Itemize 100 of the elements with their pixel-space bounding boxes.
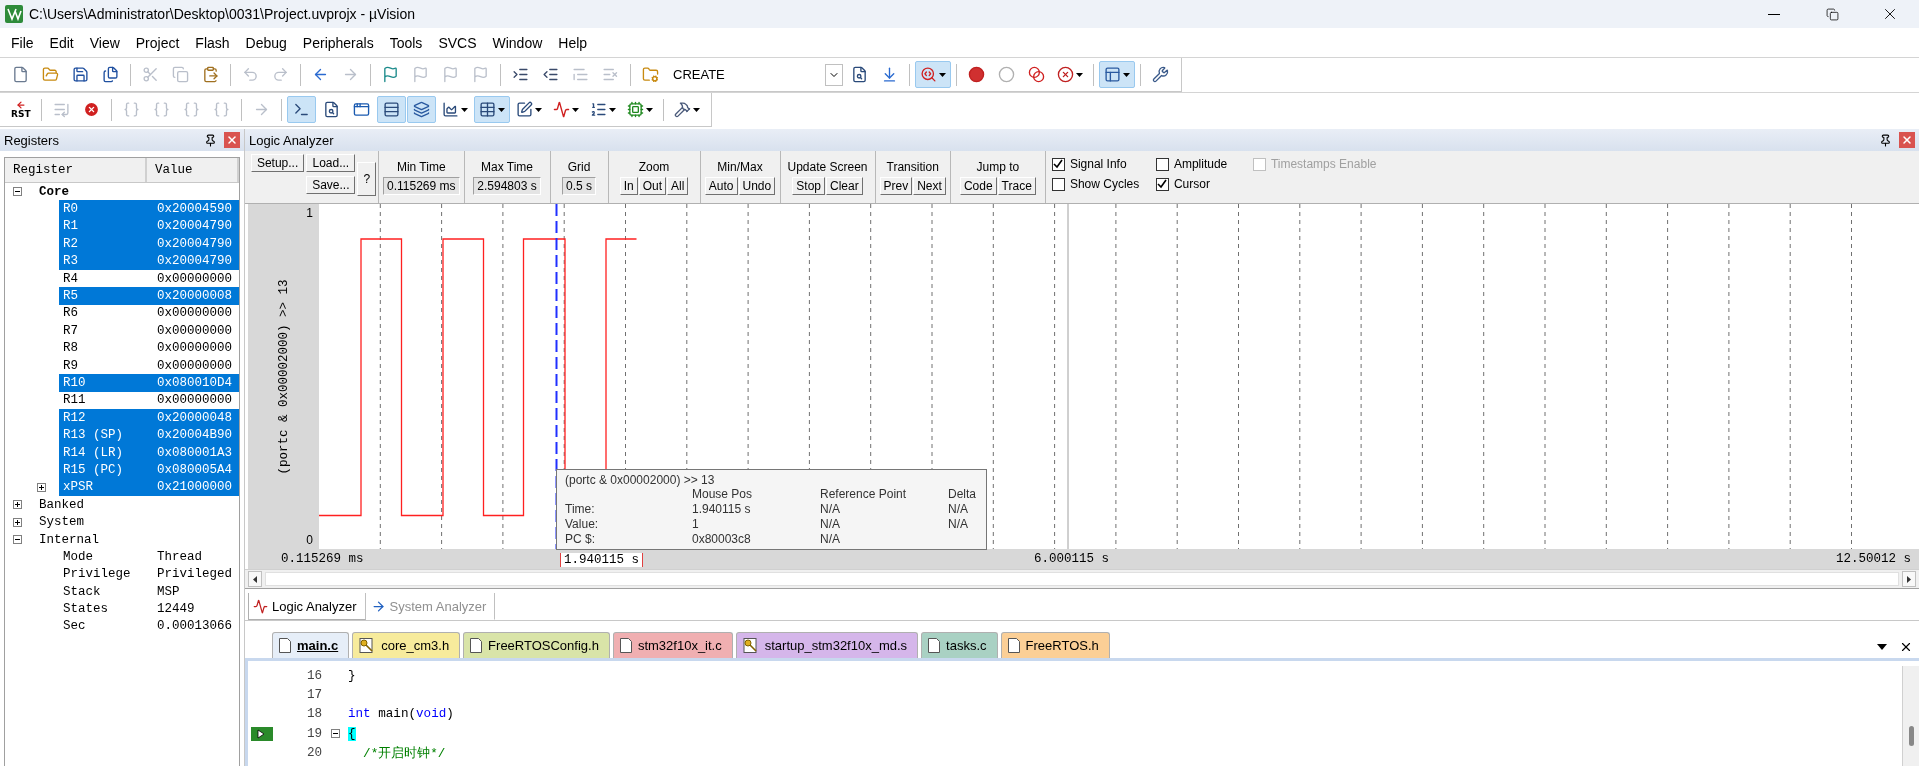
target-dropdown[interactable]: CREATE: [666, 62, 844, 87]
checkbox[interactable]: [1155, 177, 1169, 191]
menu-item[interactable]: Edit: [41, 34, 82, 51]
collapse-icon[interactable]: [13, 535, 22, 544]
file-tab[interactable]: FreeRTOS.h: [1000, 632, 1110, 658]
menu-item[interactable]: Debug: [237, 34, 295, 51]
file-tab[interactable]: tasks.c: [921, 632, 998, 658]
control-button[interactable]: Trace: [997, 176, 1036, 195]
checkbox[interactable]: [1155, 157, 1169, 171]
menu-item[interactable]: Peripherals: [294, 34, 382, 51]
braces-icon: [212, 101, 230, 118]
menu-item[interactable]: Help: [550, 34, 596, 51]
close-button[interactable]: [1899, 132, 1915, 148]
column-header[interactable]: Value: [147, 158, 239, 182]
file-tab[interactable]: startup_stm32f10x_md.s: [735, 632, 919, 658]
page-icon: [1007, 638, 1020, 653]
analyzer-tab[interactable]: Logic Analyzer: [248, 593, 366, 620]
control-button[interactable]: Out: [638, 176, 666, 195]
menu-item[interactable]: Flash: [187, 34, 238, 51]
line-number: 18: [305, 707, 322, 722]
register-row[interactable]: Mode Thread: [59, 548, 239, 566]
register-row[interactable]: R8 0x00000000: [59, 339, 239, 357]
collapse-icon[interactable]: [13, 187, 22, 197]
help-button[interactable]: ?: [357, 162, 376, 196]
file-button[interactable]: Setup...: [251, 154, 305, 172]
tooltip-row-label: PC $:: [565, 532, 596, 546]
register-row[interactable]: Stack MSP: [59, 583, 239, 601]
register-row[interactable]: Privilege Privileged: [59, 565, 239, 583]
close-button[interactable]: [224, 132, 240, 148]
file-tab[interactable]: main.c: [272, 632, 350, 658]
register-row[interactable]: R10 0x080010D4: [59, 374, 239, 392]
control-button[interactable]: Code: [959, 176, 997, 195]
scroll-left-button[interactable]: [248, 571, 262, 587]
checkbox[interactable]: [1051, 157, 1065, 171]
control-button[interactable]: Prev: [879, 176, 913, 195]
register-row[interactable]: R12 0x20000048: [59, 409, 239, 427]
register-row[interactable]: Core: [35, 183, 239, 201]
checkbox-label: Cursor: [1173, 177, 1210, 191]
page-icon: [619, 638, 632, 653]
register-row[interactable]: R9 0x00000000: [59, 356, 239, 375]
register-row[interactable]: R15 (PC) 0x080005A4: [59, 461, 239, 479]
value-field: 0.5 s: [562, 176, 596, 195]
toolbar-button[interactable]: [915, 61, 951, 88]
register-row[interactable]: Sec 0.00013066: [59, 617, 239, 636]
control-button[interactable]: Undo: [738, 176, 776, 195]
control-button[interactable]: Clear: [826, 176, 863, 195]
menu-item[interactable]: SVCS: [430, 34, 485, 51]
toolbar-button[interactable]: [376, 96, 406, 123]
vertical-scrollbar[interactable]: [1902, 666, 1919, 766]
file-tab[interactable]: stm32f10x_it.c: [612, 632, 733, 658]
close-icon: [226, 134, 238, 146]
menu-item[interactable]: View: [81, 34, 128, 51]
tooltip-value: N/A: [820, 532, 841, 546]
register-row[interactable]: Banked: [35, 496, 239, 514]
indent-icon: [512, 66, 529, 83]
file-tab[interactable]: FreeRTOSConfig.h: [463, 632, 610, 658]
register-row[interactable]: R7 0x00000000: [59, 322, 239, 340]
register-row[interactable]: R13 (SP) 0x20004B90: [59, 426, 239, 444]
toolbar-button[interactable]: [473, 96, 510, 123]
tooltip-title: (portc & 0x00002000) >> 13: [565, 473, 715, 487]
group-label: Jump to: [976, 159, 1020, 174]
menu-item[interactable]: Project: [127, 34, 188, 51]
register-row[interactable]: System: [35, 513, 239, 531]
register-value: 0x080005A4: [157, 462, 233, 477]
checkbox[interactable]: [1051, 177, 1065, 191]
scroll-right-button[interactable]: [1902, 571, 1916, 587]
control-button[interactable]: In: [619, 176, 638, 195]
toolbar-button[interactable]: [406, 96, 436, 123]
menu-item[interactable]: Window: [484, 34, 551, 51]
control-button[interactable]: Next: [913, 176, 946, 195]
expand-icon[interactable]: [37, 482, 46, 492]
close-icon[interactable]: [1899, 640, 1913, 654]
expand-icon[interactable]: [13, 500, 22, 510]
panel-title: Logic Analyzer: [249, 132, 334, 148]
expand-icon[interactable]: [13, 517, 22, 527]
register-row[interactable]: R11 0x00000000: [59, 391, 239, 410]
menu-item[interactable]: File: [3, 34, 42, 51]
control-button[interactable]: Stop: [792, 176, 825, 195]
horizontal-scrollbar[interactable]: [265, 572, 1899, 586]
register-row[interactable]: Internal: [35, 530, 239, 549]
control-button[interactable]: All: [667, 176, 689, 195]
register-row[interactable]: R0 0x20004590: [59, 200, 239, 218]
control-button[interactable]: Auto: [704, 176, 738, 195]
menu-item[interactable]: Tools: [381, 34, 431, 51]
toolbar-button[interactable]: [286, 96, 316, 123]
register-row[interactable]: R4 0x00000000: [59, 269, 239, 288]
dropdown-arrow-icon[interactable]: [1877, 644, 1887, 650]
toolbar-button[interactable]: RST: [6, 96, 36, 123]
column-header[interactable]: Register: [5, 158, 147, 182]
file-tab[interactable]: core_cm3.h: [352, 632, 461, 658]
file-button[interactable]: Load...: [306, 154, 356, 172]
file-button[interactable]: Save...: [306, 176, 356, 194]
register-row[interactable]: States 12449: [59, 600, 239, 618]
register-row[interactable]: R2 0x20004790: [59, 235, 239, 253]
register-name: Stack: [63, 584, 102, 599]
toolbar-button[interactable]: [1099, 61, 1135, 88]
register-row[interactable]: R5 0x20000008: [59, 287, 239, 305]
collapse-icon[interactable]: [330, 729, 340, 739]
register-name: States: [63, 602, 109, 617]
register-row[interactable]: R6 0x00000000: [59, 304, 239, 323]
